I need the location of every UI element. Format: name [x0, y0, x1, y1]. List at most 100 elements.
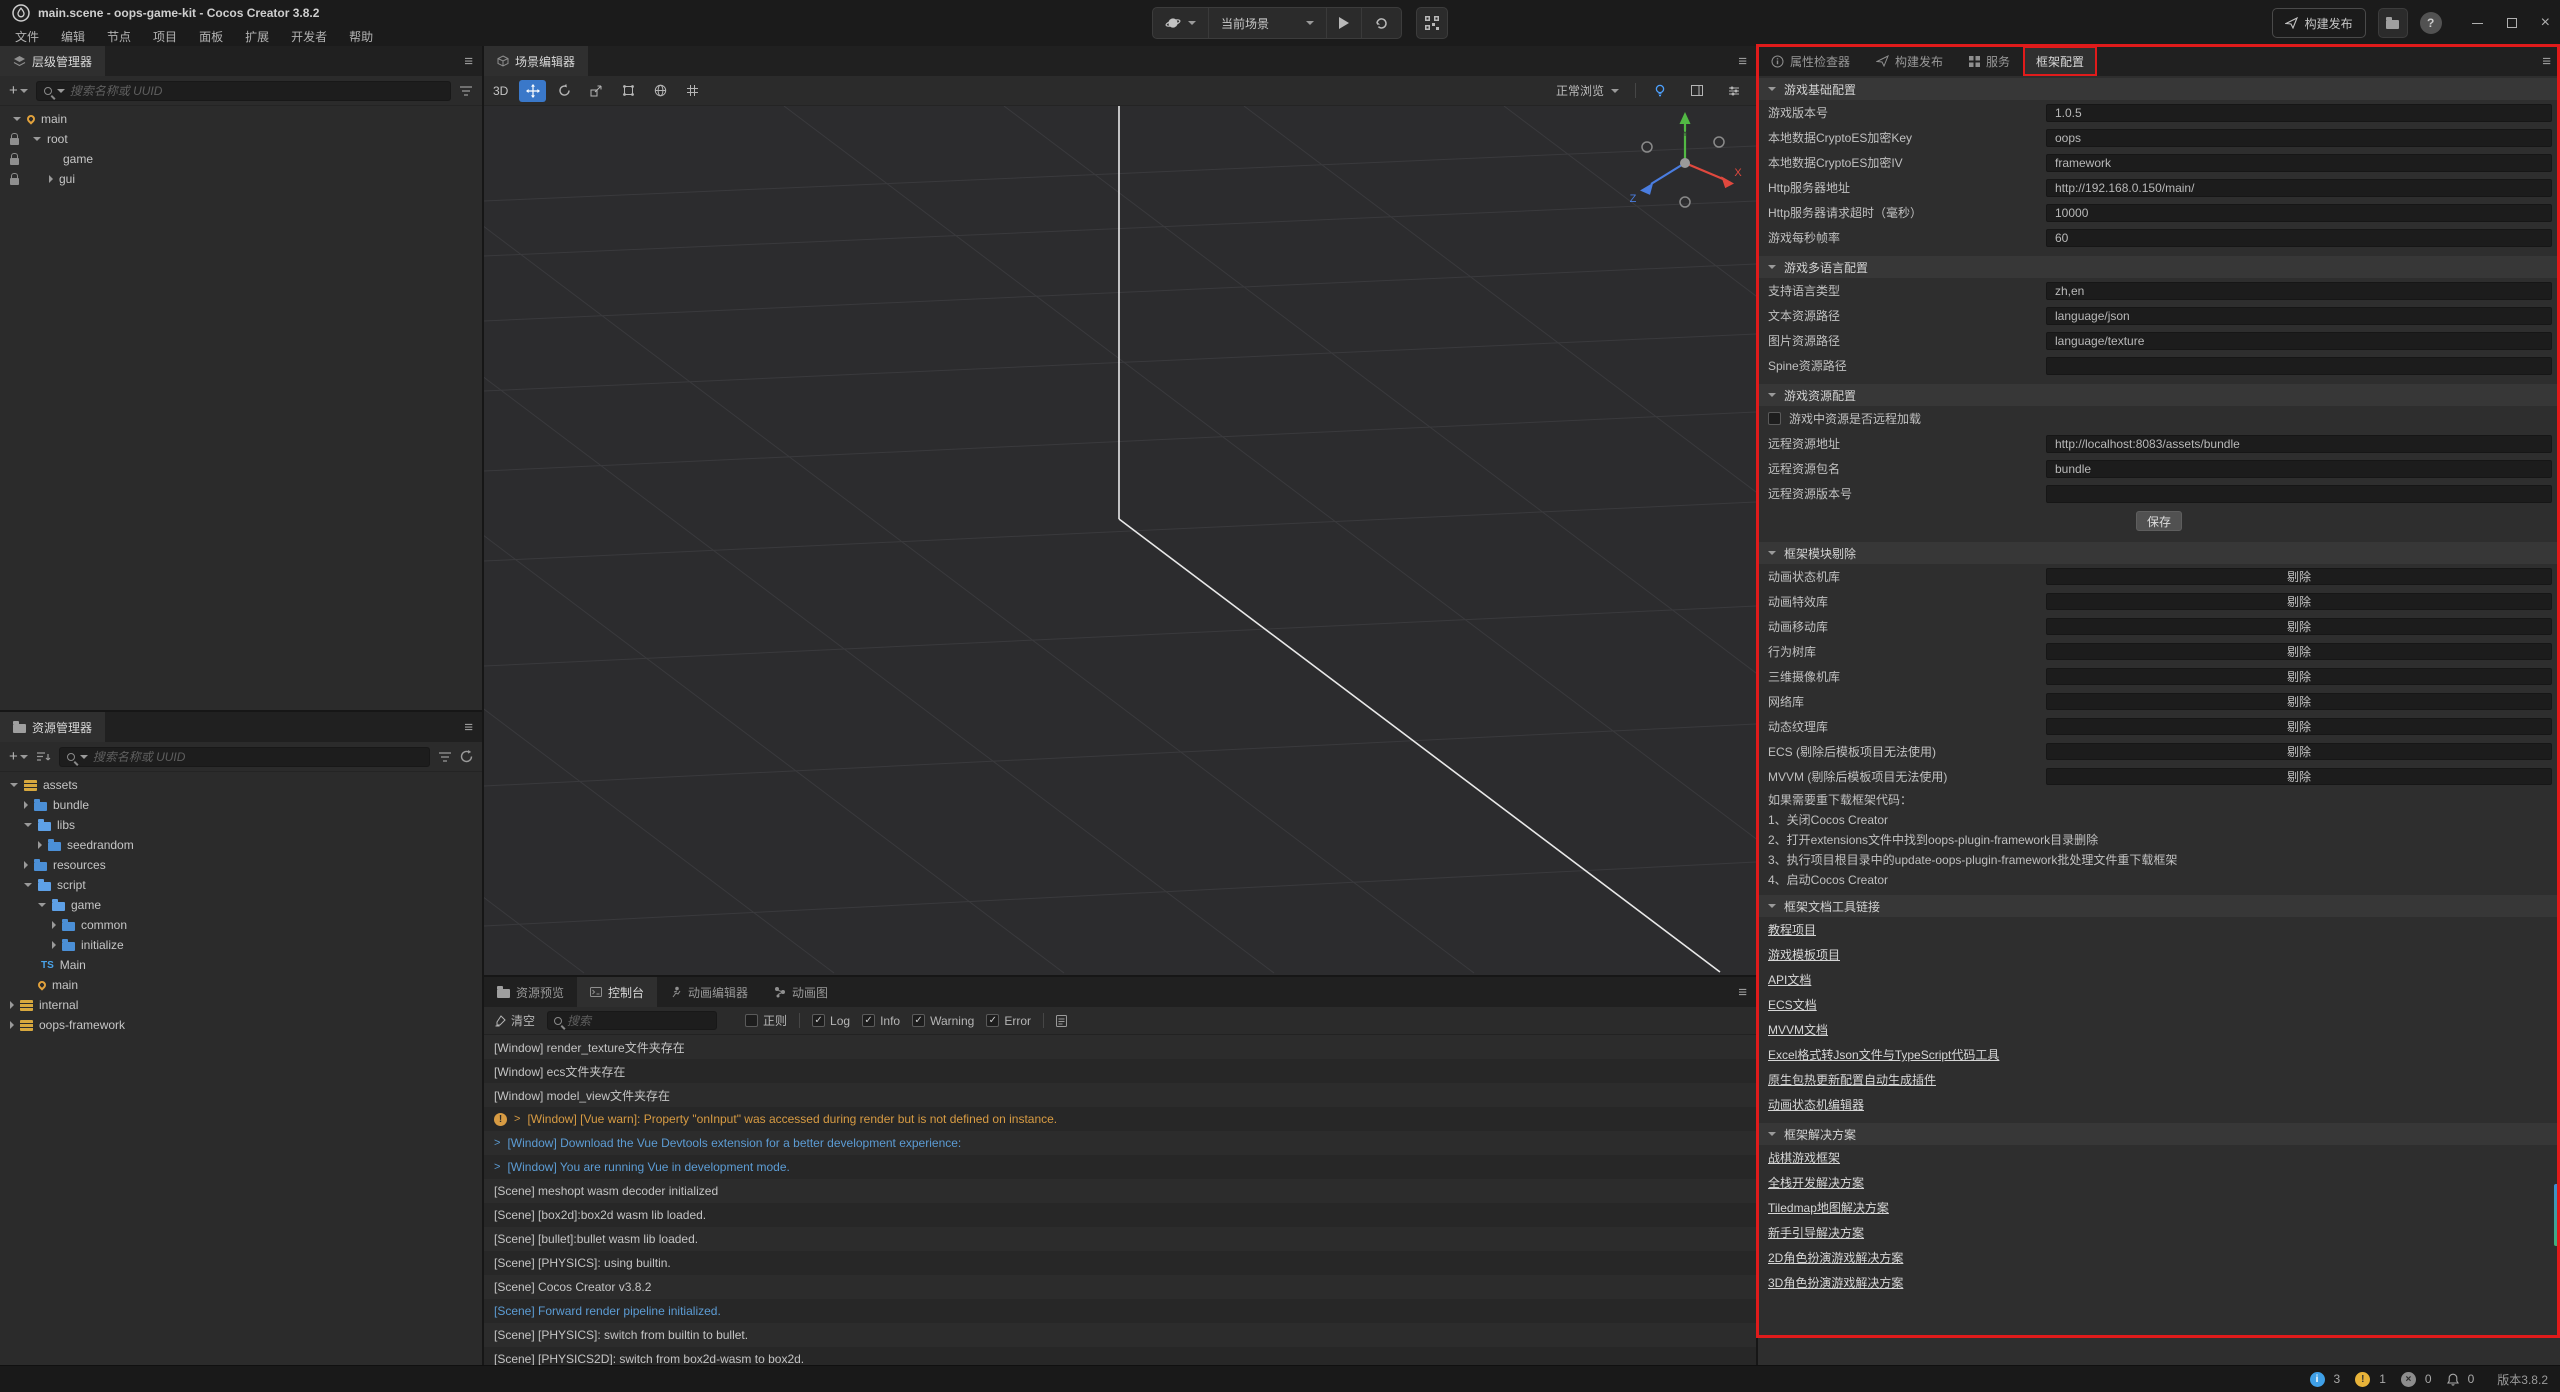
link-hotupdate-plugin[interactable]: 原生包热更新配置自动生成插件 [1768, 1071, 1936, 1088]
link-animator-editor[interactable]: 动画状态机编辑器 [1768, 1096, 1864, 1113]
remote-bundle-name-input[interactable] [2046, 460, 2552, 478]
asset-node-libs[interactable]: libs [0, 815, 482, 835]
link-ecs-docs[interactable]: ECS文档 [1768, 996, 1817, 1013]
asset-node-main-ts[interactable]: TS Main [0, 955, 482, 975]
chevron-right-icon[interactable] [52, 921, 56, 929]
log-row[interactable]: [Scene] [PHYSICS]: using builtin. [484, 1251, 1756, 1275]
checkbox-unchecked-icon[interactable] [1768, 412, 1781, 425]
log-row[interactable]: [Scene] meshopt wasm decoder initialized [484, 1179, 1756, 1203]
console-searchbox[interactable] [547, 1011, 717, 1030]
log-row[interactable]: [Scene] [PHYSICS2D]: switch from box2d-w… [484, 1347, 1756, 1365]
hierarchy-search-input[interactable] [70, 84, 443, 98]
remove-button[interactable]: 剔除 [2046, 768, 2552, 785]
tab-services[interactable]: 服务 [1956, 46, 2023, 76]
scene-settings-button[interactable] [1720, 80, 1747, 102]
asset-node-main-scene[interactable]: main [0, 975, 482, 995]
remove-button[interactable]: 剔除 [2046, 718, 2552, 735]
link-tiledmap-solution[interactable]: Tiledmap地图解决方案 [1768, 1199, 1889, 1216]
scrollbar-thumb[interactable] [2554, 1184, 2559, 1246]
remote-res-version-input[interactable] [2046, 485, 2552, 503]
link-excel-tool[interactable]: Excel格式转Json文件与TypeScript代码工具 [1768, 1046, 1999, 1063]
hierarchy-searchbox[interactable] [36, 81, 451, 101]
log-file-icon[interactable] [1056, 1015, 1067, 1027]
checkbox-checked-icon[interactable]: ✓ [986, 1014, 999, 1027]
console-search-input[interactable] [567, 1014, 710, 1028]
expand-icon[interactable]: > [514, 1113, 520, 1125]
link-wargame-framework[interactable]: 战棋游戏框架 [1768, 1149, 1840, 1166]
remove-button[interactable]: 剔除 [2046, 643, 2552, 660]
panel-menu-icon[interactable]: ≡ [2542, 46, 2551, 76]
link-mvvm-docs[interactable]: MVVM文档 [1768, 1021, 1828, 1038]
chevron-right-icon[interactable] [24, 861, 28, 869]
log-row-info[interactable]: > [Window] Download the Vue Devtools ext… [484, 1131, 1756, 1155]
link-3drpg-solution[interactable]: 3D角色扮演游戏解决方案 [1768, 1274, 1903, 1291]
info-count-icon[interactable]: i [2310, 1372, 2325, 1387]
filter-info-checkbox[interactable]: ✓ Info [862, 1014, 900, 1028]
warning-count-icon[interactable]: ! [2355, 1372, 2370, 1387]
tab-scene-editor[interactable]: 场景编辑器 [484, 46, 588, 76]
chevron-down-icon[interactable] [10, 783, 18, 787]
minimize-button[interactable] [2472, 23, 2483, 24]
play-button[interactable] [1327, 8, 1362, 38]
chevron-right-icon[interactable] [49, 175, 53, 183]
remote-res-url-input[interactable] [2046, 435, 2552, 453]
section-module-trim[interactable]: 框架模块剔除 [1758, 542, 2560, 564]
asset-node-seedrandom[interactable]: seedrandom [0, 835, 482, 855]
chevron-down-icon[interactable] [13, 117, 21, 121]
hierarchy-node-root[interactable]: root [0, 129, 482, 149]
create-node-button[interactable]: + [9, 82, 28, 99]
scale-tool-button[interactable] [583, 80, 610, 102]
log-row[interactable]: [Scene] Cocos Creator v3.8.2 [484, 1275, 1756, 1299]
chevron-down-icon[interactable] [33, 137, 41, 141]
link-fullstack-solution[interactable]: 全栈开发解决方案 [1768, 1174, 1864, 1191]
section-docs-links[interactable]: 框架文档工具链接 [1758, 895, 2560, 917]
console-log-list[interactable]: [Window] render_texture文件夹存在 [Window] ec… [484, 1035, 1756, 1365]
link-tutorial-project[interactable]: 教程项目 [1768, 921, 1816, 938]
lighting-toggle-button[interactable] [1646, 80, 1673, 102]
log-row[interactable]: [Scene] [bullet]:bullet wasm lib loaded. [484, 1227, 1756, 1251]
preview-target-dropdown[interactable] [1153, 8, 1209, 38]
filter-icon[interactable] [438, 751, 452, 763]
tab-animation-editor[interactable]: 动画编辑器 [657, 977, 761, 1007]
text-res-path-input[interactable] [2046, 307, 2552, 325]
tab-animation-graph[interactable]: 动画图 [761, 977, 841, 1007]
build-publish-button[interactable]: 构建发布 [2272, 8, 2366, 38]
section-solutions[interactable]: 框架解决方案 [1758, 1123, 2560, 1145]
log-row[interactable]: [Window] model_view文件夹存在 [484, 1083, 1756, 1107]
chevron-right-icon[interactable] [24, 801, 28, 809]
remove-button[interactable]: 剔除 [2046, 568, 2552, 585]
panel-menu-icon[interactable]: ≡ [1738, 977, 1747, 1007]
log-row[interactable]: [Scene] [PHYSICS]: switch from builtin t… [484, 1323, 1756, 1347]
chevron-right-icon[interactable] [10, 1021, 14, 1029]
chevron-right-icon[interactable] [10, 1001, 14, 1009]
checkbox-checked-icon[interactable]: ✓ [812, 1014, 825, 1027]
image-res-path-input[interactable] [2046, 332, 2552, 350]
assets-search-input[interactable] [93, 750, 422, 764]
log-row-info[interactable]: [Scene] Forward render pipeline initiali… [484, 1299, 1756, 1323]
panel-menu-icon[interactable]: ≡ [1738, 46, 1747, 76]
chevron-down-icon[interactable] [24, 883, 32, 887]
checkbox-checked-icon[interactable]: ✓ [862, 1014, 875, 1027]
asset-node-assets[interactable]: assets [0, 775, 482, 795]
expand-icon[interactable]: > [494, 1161, 500, 1173]
link-2drpg-solution[interactable]: 2D角色扮演游戏解决方案 [1768, 1249, 1903, 1266]
remove-button[interactable]: 剔除 [2046, 618, 2552, 635]
close-button[interactable]: × [2541, 18, 2550, 28]
chevron-down-icon[interactable] [38, 903, 46, 907]
log-row-info[interactable]: > [Window] You are running Vue in develo… [484, 1155, 1756, 1179]
world-local-tool-button[interactable] [647, 80, 674, 102]
open-folder-button[interactable] [2378, 8, 2408, 38]
clear-console-button[interactable]: 清空 [494, 1012, 535, 1029]
restart-button[interactable] [1362, 8, 1401, 38]
refresh-icon[interactable] [460, 750, 473, 763]
tab-inspector[interactable]: 属性检查器 [1758, 46, 1863, 76]
save-button[interactable]: 保存 [2136, 511, 2182, 531]
camera-preview-button[interactable] [1683, 80, 1710, 102]
tab-console[interactable]: 控制台 [577, 977, 657, 1007]
frame-rate-input[interactable] [2046, 229, 2552, 247]
checkbox-checked-icon[interactable]: ✓ [912, 1014, 925, 1027]
panel-menu-icon[interactable]: ≡ [464, 46, 473, 76]
log-row-warning[interactable]: ! > [Window] [Vue warn]: Property "onInp… [484, 1107, 1756, 1131]
remove-button[interactable]: 剔除 [2046, 693, 2552, 710]
snap-tool-button[interactable] [679, 80, 706, 102]
